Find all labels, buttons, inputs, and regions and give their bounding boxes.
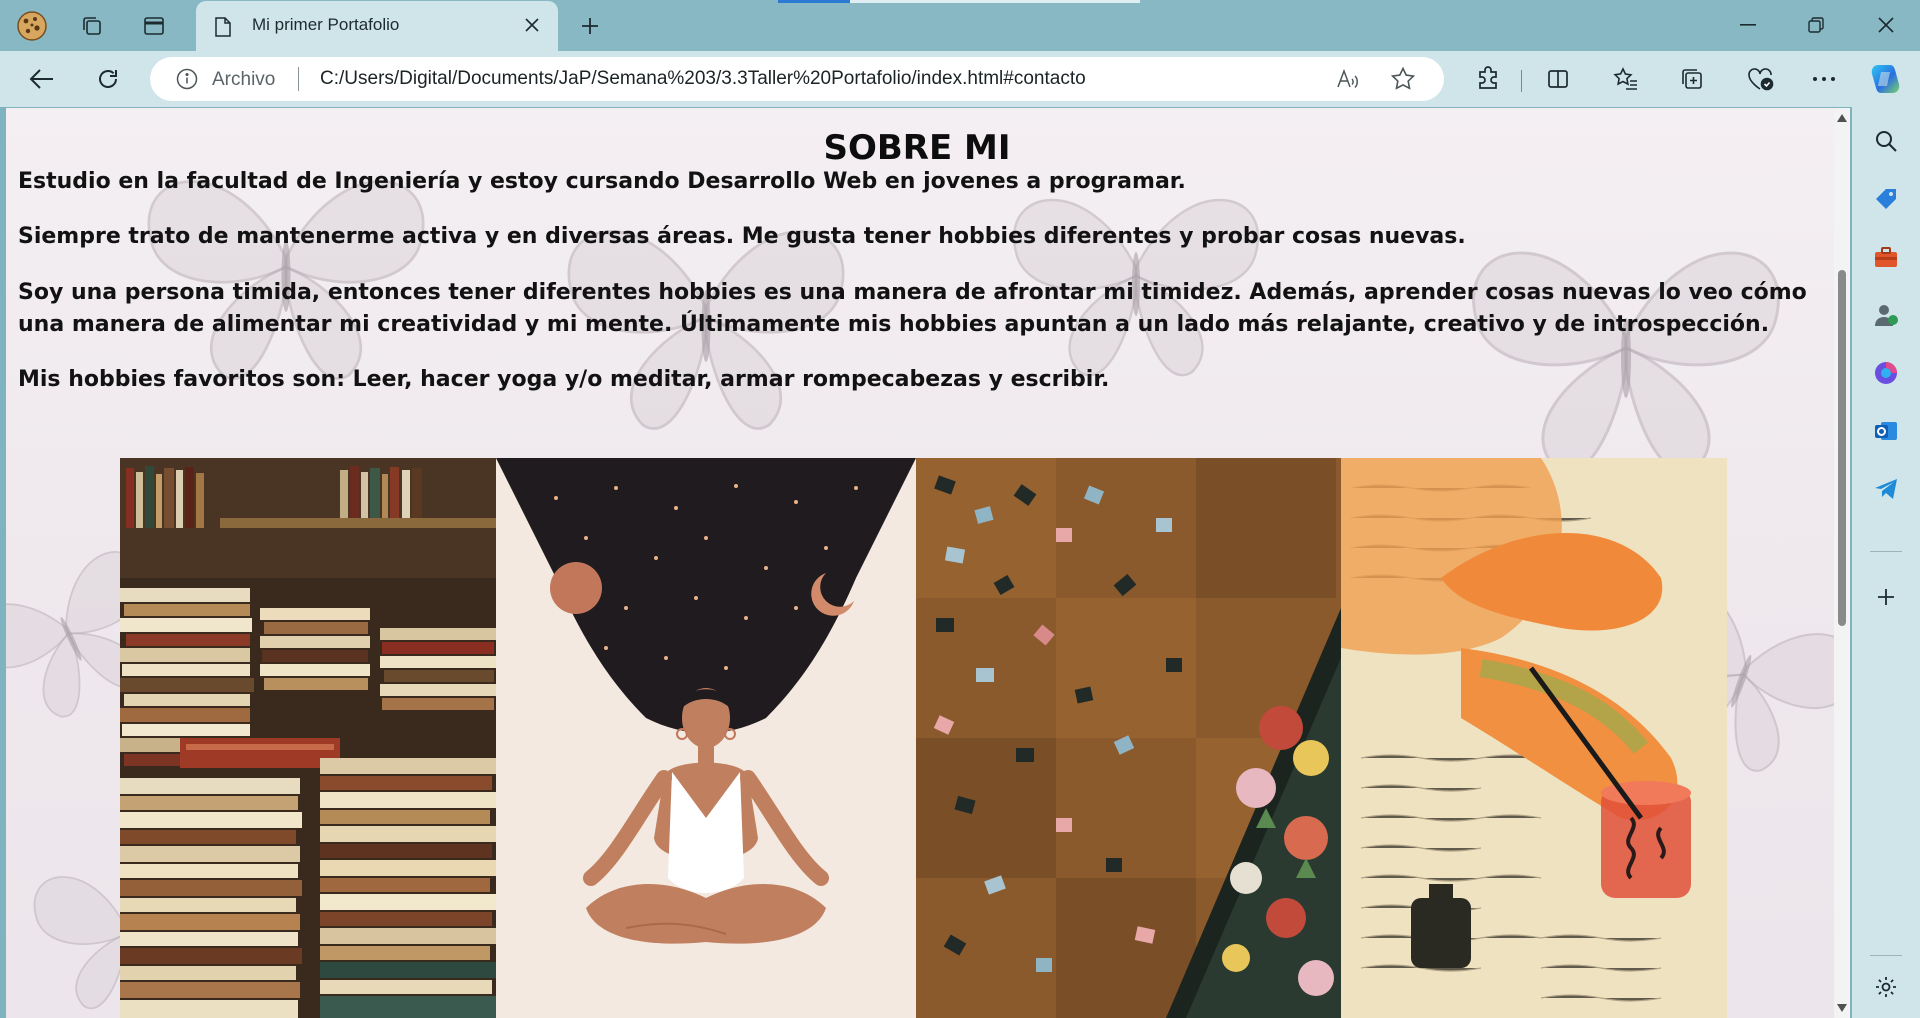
browser-essentials-icon[interactable] <box>1740 59 1780 99</box>
page-icon <box>214 16 232 42</box>
restore-button[interactable] <box>1786 5 1846 45</box>
toolbar-separator <box>1521 70 1522 92</box>
telegram-icon[interactable] <box>1866 469 1906 509</box>
web-page-viewport: SOBRE MI Estudio en la facultad de Ingen… <box>6 108 1836 1018</box>
shopping-tag-icon[interactable] <box>1866 179 1906 219</box>
read-aloud-icon[interactable] <box>1336 67 1362 95</box>
hobbies-gallery <box>120 458 1727 1018</box>
address-scheme-label: Archivo <box>212 69 276 90</box>
paragraph-active: Siempre trato de mantenerme activa y en … <box>18 224 1466 249</box>
scroll-down-icon[interactable] <box>1837 1004 1847 1012</box>
copilot-icon[interactable] <box>1866 59 1906 99</box>
puzzle-photo <box>916 458 1341 1018</box>
sidebar-separator <box>1870 551 1902 552</box>
title-bar: Mi primer Portafolio <box>0 0 1920 51</box>
paragraph-study: Estudio en la facultad de Ingeniería y e… <box>18 169 1186 194</box>
meditation-illustration <box>496 458 916 1018</box>
outlook-icon[interactable] <box>1866 411 1906 451</box>
page-scrollbar[interactable] <box>1834 108 1850 1018</box>
cookie-icon[interactable] <box>14 8 50 44</box>
writing-illustration <box>1341 458 1727 1018</box>
address-separator <box>298 67 299 91</box>
close-tab-icon[interactable] <box>518 11 546 39</box>
workspaces-icon[interactable] <box>74 8 110 44</box>
vertical-tabs-icon[interactable] <box>136 8 172 44</box>
favorites-icon[interactable] <box>1606 59 1646 99</box>
collections-icon[interactable] <box>1672 59 1712 99</box>
url-text[interactable]: C:/Users/Digital/Documents/JaP/Semana%20… <box>320 68 1086 90</box>
people-icon[interactable] <box>1866 295 1906 335</box>
sidebar-bottom-separator <box>1870 955 1902 956</box>
edge-sidebar <box>1852 107 1920 1018</box>
more-icon[interactable] <box>1804 59 1844 99</box>
paragraph-hobbies: Mis hobbies favoritos son: Leer, hacer y… <box>18 367 1110 392</box>
tab-title: Mi primer Portafolio <box>252 15 400 34</box>
close-window-button[interactable] <box>1856 5 1916 45</box>
new-tab-button[interactable] <box>572 8 608 44</box>
books-photo <box>120 458 496 1018</box>
split-screen-icon[interactable] <box>1538 59 1578 99</box>
browser-toolbar: Archivo C:/Users/Digital/Documents/JaP/S… <box>0 51 1920 107</box>
address-bar[interactable]: Archivo C:/Users/Digital/Documents/JaP/S… <box>150 57 1444 101</box>
scrollbar-thumb[interactable] <box>1838 270 1846 626</box>
settings-icon[interactable] <box>1866 967 1906 1007</box>
paragraph-shy: Soy una persona timida, entonces tener d… <box>18 280 1807 337</box>
tools-icon[interactable] <box>1866 237 1906 277</box>
active-tab[interactable]: Mi primer Portafolio <box>196 1 558 51</box>
scroll-up-icon[interactable] <box>1837 114 1847 122</box>
info-icon[interactable] <box>176 68 198 94</box>
refresh-icon[interactable] <box>88 59 128 99</box>
search-icon[interactable] <box>1866 121 1906 161</box>
loading-progress-bar <box>778 0 1140 3</box>
page-title: SOBRE MI <box>823 128 1011 168</box>
minimize-button[interactable] <box>1718 5 1778 45</box>
favorite-star-icon[interactable] <box>1390 66 1416 96</box>
back-icon[interactable] <box>22 59 62 99</box>
copilot-app-icon[interactable] <box>1866 353 1906 393</box>
add-icon[interactable] <box>1866 577 1906 617</box>
extensions-icon[interactable] <box>1468 59 1508 99</box>
